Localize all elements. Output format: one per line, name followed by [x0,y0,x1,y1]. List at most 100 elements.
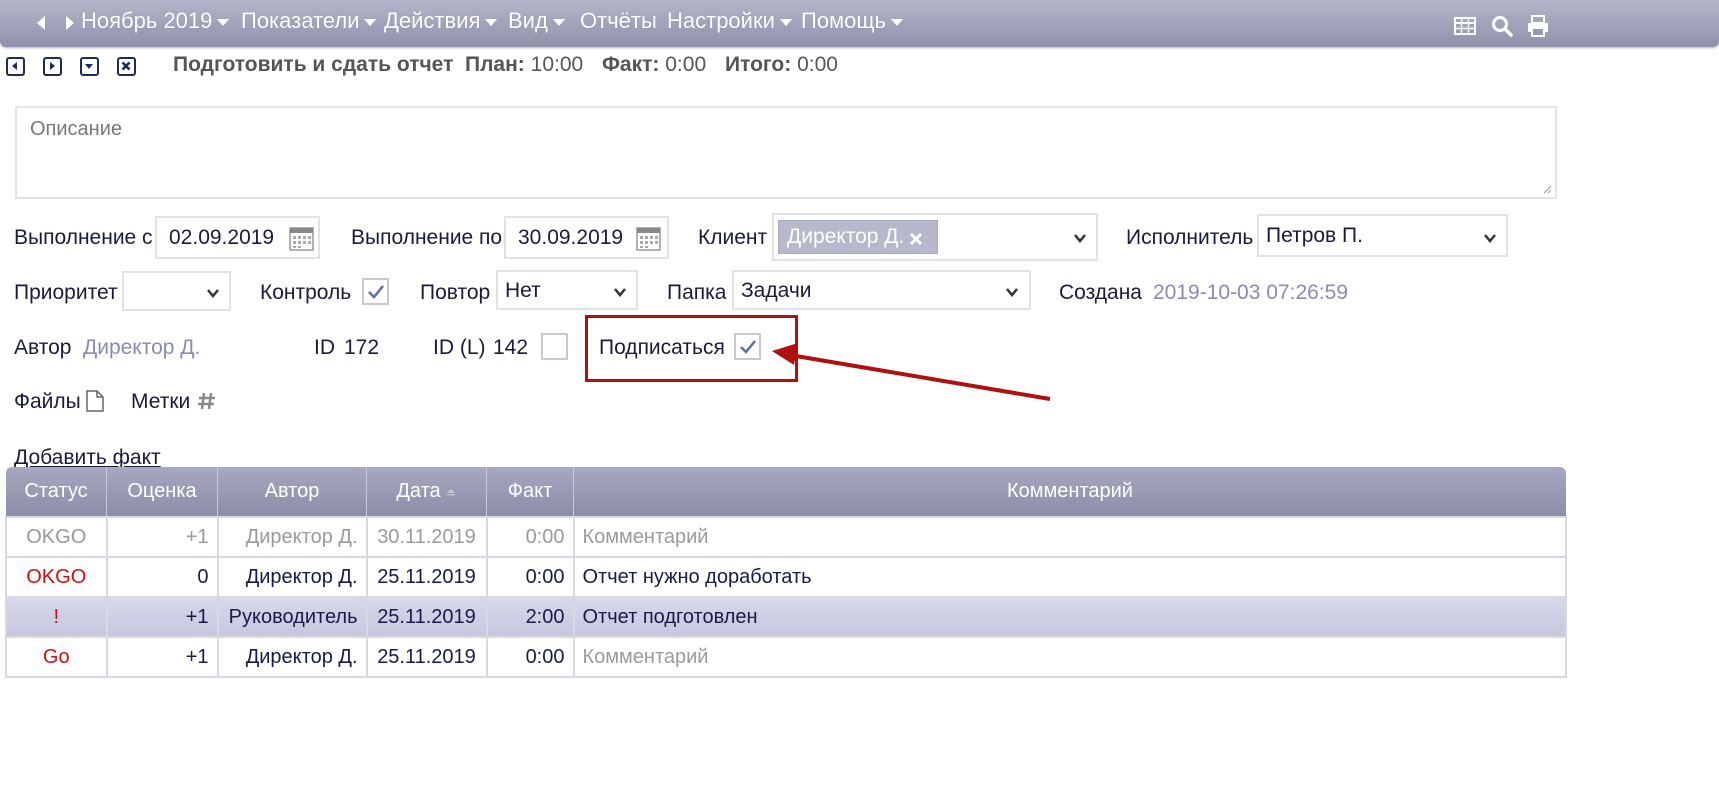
fact-cell: 2:00 [485,596,575,638]
status-cell: Go [5,636,108,678]
col-fact[interactable]: Факт [486,467,574,517]
checkmark-icon [368,285,384,299]
chevron-down-icon [364,18,377,26]
file-icon[interactable] [86,390,104,412]
client-select[interactable]: Директор Д. [772,213,1098,261]
top-menu-bar: Ноябрь 2019 Показатели Действия Вид Отчё… [0,0,1719,47]
first-record-button[interactable] [6,57,25,76]
end-date-input[interactable]: 30.09.2019 [504,216,669,259]
status-cell: OKGO [5,516,108,558]
table-row[interactable]: OKGO +1 Директор Д. 30.11.2019 0:00 Комментар… [5,516,1567,558]
status-cell: ! [5,596,108,638]
status-cell: OKGO [5,556,108,598]
idl-value: 142 [493,336,529,359]
arrow-left-icon [12,62,17,70]
description-textarea[interactable] [15,106,1557,199]
chevron-down-icon [485,18,498,26]
author-label: Автор [14,336,72,359]
menu-actions[interactable]: Действия [384,8,498,34]
menu-settings[interactable]: Настройки [667,8,792,34]
total-summary: Итого: 0:00 [725,53,838,76]
table-icon[interactable] [1453,14,1477,38]
task-title: Подготовить и сдать отчет [173,53,454,76]
control-checkbox[interactable] [362,278,389,305]
comment-cell: Комментарий [572,516,1567,558]
fact-cell: 0:00 [485,516,575,558]
score-cell: +1 [105,516,219,558]
subscribe-checkbox[interactable] [734,333,761,360]
facts-table: Статус Оценка Автор Дата Факт Комментари… [5,467,1567,678]
chevron-down-icon[interactable] [1073,231,1087,245]
tags-label: Метки [131,390,191,413]
author-cell: Директор Д. [216,556,368,598]
table-row[interactable]: Go +1 Директор Д. 25.11.2019 0:00 Комментарий [5,636,1567,678]
date-cell: 25.11.2019 [365,556,488,598]
comment-cell: Отчет подготовлен [572,596,1567,638]
remove-tag-icon[interactable] [908,231,924,247]
menu-view[interactable]: Вид [508,8,565,34]
month-selector[interactable]: Ноябрь 2019 [81,8,230,34]
calendar-icon[interactable] [289,225,314,251]
close-button[interactable] [117,57,136,76]
plan-summary: План: 10:00 [465,53,584,76]
end-date-label: Выполнение по [351,226,503,249]
col-author[interactable]: Автор [217,467,367,517]
author-cell: Директор Д. [216,516,368,558]
idl-checkbox[interactable] [541,333,568,360]
col-comment[interactable]: Комментарий [573,467,1566,517]
author-cell: Руководитель [216,596,368,638]
start-date-label: Выполнение с [14,226,153,249]
chevron-down-icon[interactable] [1483,231,1497,245]
arrow-right-icon [50,62,55,70]
fact-summary: Факт: 0:00 [602,53,707,76]
chevron-down-icon [779,18,792,26]
table-row[interactable]: OKGO 0 Директор Д. 25.11.2019 0:00 Отчет нужн… [5,556,1567,598]
resize-handle-icon[interactable] [1542,184,1552,194]
next-month-icon[interactable] [66,16,74,30]
created-label: Создана [1059,281,1142,304]
chevron-down-icon[interactable] [206,286,220,300]
client-label: Клиент [698,226,768,249]
print-icon[interactable] [1526,14,1550,38]
sort-icon [446,489,455,496]
repeat-label: Повтор [420,281,491,304]
hash-icon[interactable] [197,391,217,411]
chevron-down-icon [890,18,903,26]
score-cell: 0 [105,556,219,598]
created-value: 2019-10-03 07:26:59 [1153,281,1348,304]
search-icon[interactable] [1490,14,1514,38]
col-date[interactable]: Дата [366,467,487,517]
repeat-select[interactable]: Нет [496,270,638,310]
folder-select[interactable]: Задачи [732,270,1031,310]
start-date-input[interactable]: 02.09.2019 [155,216,320,259]
next-record-button[interactable] [43,57,62,76]
date-cell: 25.11.2019 [365,636,488,678]
menu-indicators[interactable]: Показатели [241,8,377,34]
menu-help[interactable]: Помощь [801,8,903,34]
client-tag: Директор Д. [778,220,938,254]
menu-reports[interactable]: Отчёты [580,8,657,34]
chevron-down-icon [217,18,230,26]
control-label: Контроль [260,281,352,304]
id-value: 172 [344,336,380,359]
calendar-icon[interactable] [636,225,661,251]
col-score[interactable]: Оценка [106,467,218,517]
author-value: Директор Д. [83,336,201,359]
checkmark-icon [740,340,756,354]
prev-month-icon[interactable] [37,16,45,30]
idl-label: ID (L) [433,336,486,359]
annotation-arrow [772,343,1051,401]
date-cell: 25.11.2019 [365,596,488,638]
executor-label: Исполнитель [1126,226,1254,249]
close-icon [121,61,131,71]
priority-select[interactable] [122,271,231,311]
chevron-down-icon[interactable] [613,285,627,299]
table-row[interactable]: ! +1 Руководитель 25.11.2019 2:00 Отчет подго… [5,596,1567,638]
description-placeholder: Описание [30,118,123,140]
executor-select[interactable]: Петров П. [1257,214,1508,257]
comment-cell: Отчет нужно доработать [572,556,1567,598]
col-status[interactable]: Статус [6,467,107,517]
expand-button[interactable] [80,57,99,76]
id-label: ID [314,336,335,359]
chevron-down-icon[interactable] [1005,285,1019,299]
